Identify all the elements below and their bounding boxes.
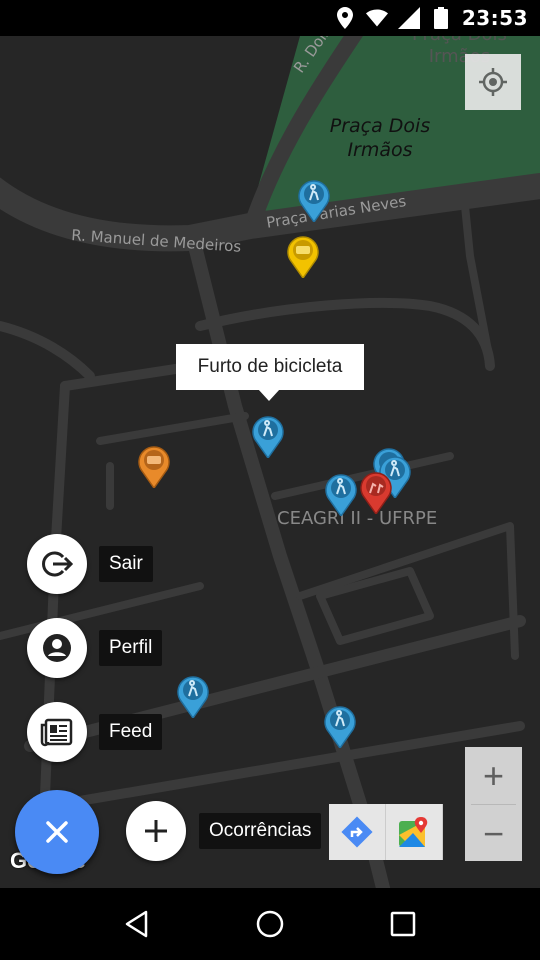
plus-icon: [145, 820, 167, 842]
back-icon: [125, 910, 147, 938]
marker-blue-southeast[interactable]: [323, 704, 357, 750]
clock: 23:53: [461, 6, 528, 30]
logout-button[interactable]: [27, 534, 87, 594]
feed-button[interactable]: [27, 702, 87, 762]
marker-blue-ceagri[interactable]: [324, 472, 358, 518]
google-maps-icon: [399, 817, 428, 847]
marker-blue-selected[interactable]: [251, 414, 285, 460]
marker-info-window[interactable]: Furto de bicicleta: [176, 344, 364, 401]
back-button[interactable]: [107, 894, 167, 954]
marker-red[interactable]: [359, 470, 393, 516]
zoom-out-button[interactable]: −: [465, 805, 522, 862]
zoom-control: + −: [465, 747, 522, 861]
marker-orange[interactable]: [137, 444, 171, 490]
marker-yellow[interactable]: [286, 234, 320, 280]
marker-blue[interactable]: [297, 178, 331, 224]
signal-icon: [397, 7, 420, 29]
park-name: Praça Dois Irmãos: [329, 115, 431, 161]
home-button[interactable]: [240, 894, 300, 954]
navigation-bar: [0, 888, 540, 960]
my-location-button[interactable]: [465, 54, 521, 110]
logout-label[interactable]: Sair: [99, 546, 153, 582]
logout-icon: [42, 551, 73, 577]
directions-icon: [341, 816, 373, 848]
marker-blue-south[interactable]: [176, 674, 210, 720]
battery-icon: [430, 7, 452, 29]
wifi-icon: [365, 7, 388, 29]
directions-button[interactable]: [329, 804, 386, 860]
status-bar: 23:53: [0, 0, 540, 36]
newspaper-icon: [40, 718, 73, 747]
location-icon: [334, 7, 356, 29]
account-circle-icon: [43, 634, 71, 662]
home-icon: [256, 910, 284, 938]
add-occurrence-button[interactable]: [126, 801, 186, 861]
feed-label[interactable]: Feed: [99, 714, 163, 750]
close-menu-fab[interactable]: [15, 790, 99, 874]
zoom-in-button[interactable]: +: [465, 747, 522, 804]
recents-icon: [391, 911, 416, 937]
map-toolbar: [329, 804, 443, 860]
recents-button[interactable]: [373, 894, 433, 954]
occurrences-label[interactable]: Ocorrências: [199, 813, 322, 849]
open-google-maps-button[interactable]: [386, 804, 443, 860]
profile-label[interactable]: Perfil: [99, 630, 163, 666]
profile-button[interactable]: [27, 618, 87, 678]
map-view[interactable]: Praça DoisIrmãos R. Dois Irmãos R. Manue…: [0, 36, 540, 888]
map-base: [0, 36, 540, 888]
close-icon: [46, 821, 68, 843]
crosshair-icon: [479, 68, 507, 96]
